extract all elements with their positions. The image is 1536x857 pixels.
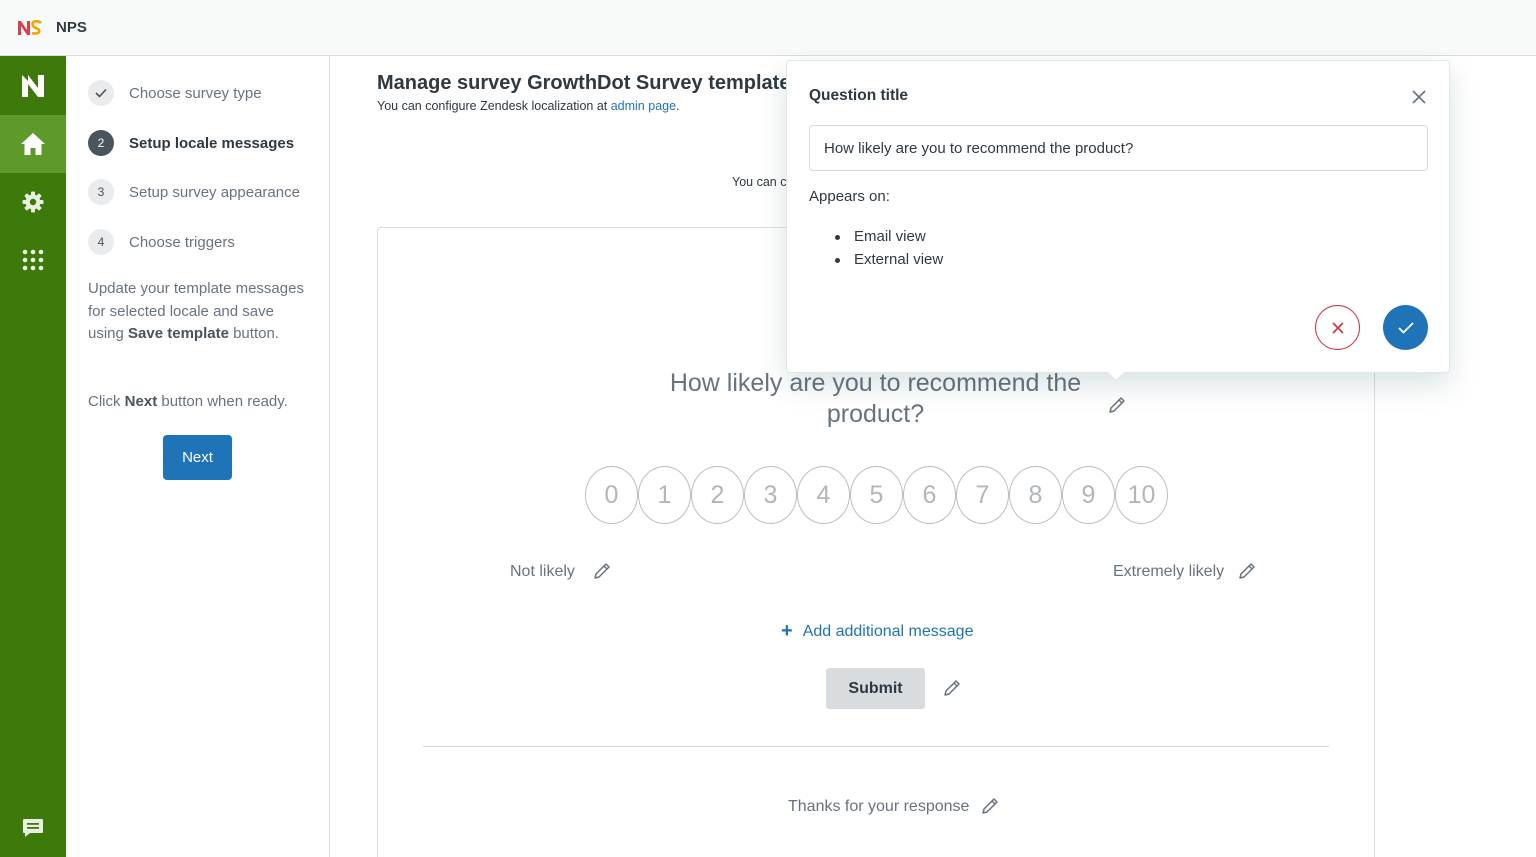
app-title: NPS <box>56 19 87 36</box>
rail-logo[interactable] <box>0 57 66 115</box>
confirm-button[interactable] <box>1383 305 1428 350</box>
close-icon[interactable] <box>1407 85 1431 109</box>
step-badge: 2 <box>88 130 114 156</box>
chat-icon <box>23 819 43 837</box>
scale-option-1[interactable]: 1 <box>638 466 691 524</box>
apps-grid-icon <box>22 249 44 271</box>
step-badge: 4 <box>88 229 114 255</box>
steps-panel: Choose survey type 2 Setup locale messag… <box>66 56 330 857</box>
rail-chat[interactable] <box>0 799 66 857</box>
scale-option-9[interactable]: 9 <box>1062 466 1115 524</box>
question-title-input[interactable] <box>809 125 1428 171</box>
scale-option-2[interactable]: 2 <box>691 466 744 524</box>
step-label: Setup survey appearance <box>129 183 300 201</box>
help-text-next: Click Next button when ready. <box>88 393 288 410</box>
n-logo-icon <box>22 75 44 97</box>
cancel-button[interactable] <box>1315 305 1360 350</box>
nps-logo-icon <box>18 19 42 35</box>
step-label: Choose survey type <box>129 84 262 102</box>
app-rail <box>0 56 66 857</box>
step-label: Setup locale messages <box>129 134 295 152</box>
step-badge: 3 <box>88 179 114 205</box>
partial-hint-text: You can c <box>732 175 787 189</box>
submit-button[interactable]: Submit <box>826 668 925 709</box>
gear-icon <box>22 191 44 213</box>
top-bar: NPS <box>0 0 1536 56</box>
scale-option-8[interactable]: 8 <box>1009 466 1062 524</box>
list-item: External view <box>835 248 943 271</box>
page-subtitle: You can configure Zendesk localization a… <box>377 99 680 113</box>
divider <box>423 746 1329 747</box>
scale-option-10[interactable]: 10 <box>1115 466 1168 524</box>
scale-option-0[interactable]: 0 <box>585 466 638 524</box>
survey-question: How likely are you to recommend the prod… <box>669 369 1082 428</box>
add-message-link[interactable]: + Add additional message <box>781 620 973 643</box>
step-setup-survey-appearance[interactable]: 3 Setup survey appearance <box>88 178 300 206</box>
scale-option-3[interactable]: 3 <box>744 466 797 524</box>
check-icon <box>95 88 107 98</box>
step-badge-done <box>88 80 114 106</box>
check-icon <box>1397 321 1414 334</box>
home-icon <box>21 133 45 155</box>
appears-on-label: Appears on: <box>809 188 890 205</box>
popover-title: Question title <box>809 87 909 104</box>
step-choose-triggers[interactable]: 4 Choose triggers <box>88 228 235 256</box>
rail-settings[interactable] <box>0 173 66 231</box>
label-not-likely: Not likely <box>510 563 575 580</box>
step-choose-survey-type[interactable]: Choose survey type <box>88 79 262 107</box>
scale-option-7[interactable]: 7 <box>956 466 1009 524</box>
step-label: Choose triggers <box>129 233 235 251</box>
edit-high-label-pencil-icon[interactable] <box>1237 561 1257 581</box>
appears-on-list: Email view External view <box>835 225 943 271</box>
question-title-popover: Question title Appears on: Email view Ex… <box>786 60 1450 382</box>
plus-icon: + <box>781 620 793 642</box>
scale-option-5[interactable]: 5 <box>850 466 903 524</box>
step-setup-locale-messages[interactable]: 2 Setup locale messages <box>88 129 294 157</box>
edit-submit-pencil-icon[interactable] <box>942 678 962 698</box>
edit-low-label-pencil-icon[interactable] <box>592 561 612 581</box>
scale-option-4[interactable]: 4 <box>797 466 850 524</box>
thanks-message: Thanks for your response <box>788 798 970 815</box>
page-title: Manage survey GrowthDot Survey template <box>377 72 791 94</box>
rail-home[interactable] <box>0 115 66 173</box>
edit-thanks-pencil-icon[interactable] <box>980 796 1000 816</box>
rail-apps[interactable] <box>0 231 66 289</box>
nps-scale: 0 1 2 3 4 5 6 7 8 9 10 <box>585 466 1168 526</box>
next-button[interactable]: Next <box>163 435 232 480</box>
help-text-save: Update your template messages for select… <box>88 280 304 342</box>
list-item: Email view <box>835 225 943 248</box>
admin-page-link[interactable]: admin page <box>611 99 676 113</box>
edit-question-pencil-icon[interactable] <box>1107 395 1127 415</box>
scale-option-6[interactable]: 6 <box>903 466 956 524</box>
add-message-label: Add additional message <box>802 622 974 640</box>
x-icon <box>1331 321 1344 334</box>
label-extremely-likely: Extremely likely <box>1113 563 1225 580</box>
